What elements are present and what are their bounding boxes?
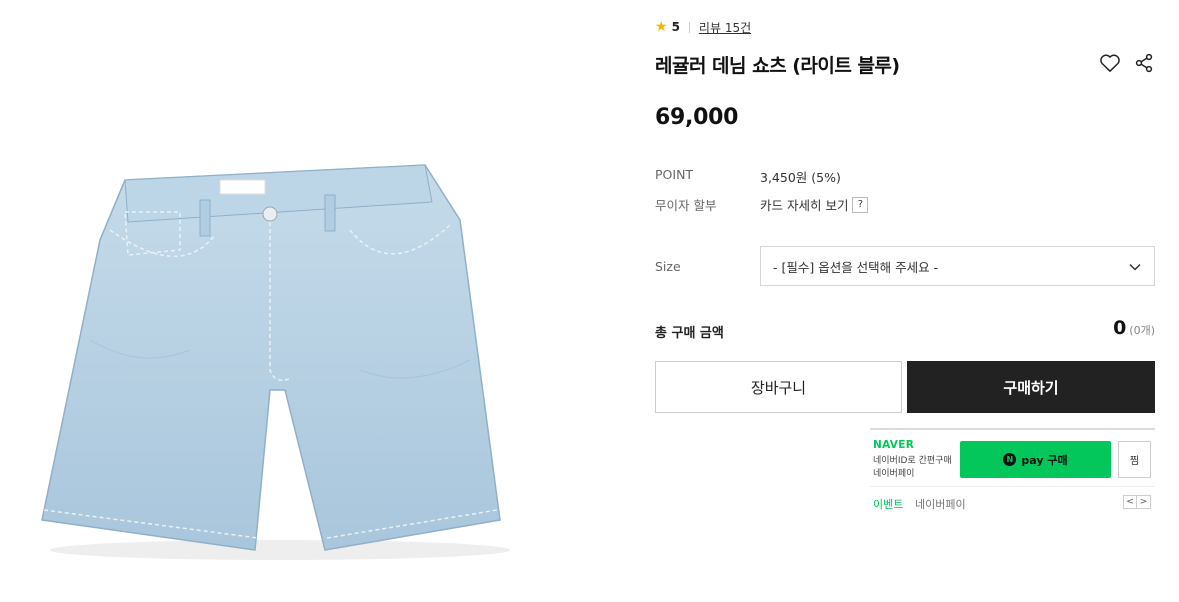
naver-pay-button[interactable]: N pay 구매 xyxy=(960,441,1111,478)
divider xyxy=(870,428,1155,430)
next-arrow-icon[interactable]: > xyxy=(1137,495,1151,509)
naver-pay-label: pay 구매 xyxy=(1021,453,1068,467)
chevron-down-icon xyxy=(1129,263,1141,271)
help-button[interactable]: ? xyxy=(852,196,869,213)
rating-score: 5 xyxy=(671,20,680,34)
share-button[interactable] xyxy=(1133,52,1155,74)
buy-now-button[interactable]: 구매하기 xyxy=(907,361,1155,413)
heart-icon xyxy=(1100,54,1120,72)
prev-arrow-icon[interactable]: < xyxy=(1123,495,1137,509)
product-actions xyxy=(1099,52,1155,74)
size-label: Size xyxy=(655,259,681,274)
total-value: 0 xyxy=(1113,317,1127,339)
event-pager: < > xyxy=(1123,495,1151,509)
divider xyxy=(870,486,1155,487)
point-label: POINT xyxy=(655,167,694,182)
point-row: POINT 3,450원 (5%) xyxy=(655,167,841,186)
add-to-cart-button[interactable]: 장바구니 xyxy=(655,361,902,413)
size-select[interactable]: - [필수] 옵션을 선택해 주세요 - xyxy=(760,246,1155,286)
rating-row: ★ 5 리뷰 15건 xyxy=(655,18,751,36)
product-title: 레귤러 데님 쇼츠 (라이트 블루) xyxy=(655,55,900,77)
installment-row: 무이자 할부 카드 자세히 보기 ? xyxy=(655,195,869,214)
review-link[interactable]: 리뷰 15건 xyxy=(699,19,751,36)
installment-label: 무이자 할부 xyxy=(655,198,717,213)
naver-pay-section: NAVER 네이버ID로 간편구매 네이버페이 N pay 구매 찜 이벤트 네… xyxy=(870,428,1155,518)
point-value: 3,450원 (5%) xyxy=(760,170,841,185)
event-text: 네이버페이 xyxy=(915,498,966,511)
naver-logo: NAVER xyxy=(873,439,915,451)
naver-desc: 네이버ID로 간편구매 xyxy=(873,456,952,466)
product-price: 69,000 xyxy=(655,105,739,130)
naver-n-icon: N xyxy=(1003,453,1017,466)
star-icon: ★ xyxy=(655,19,668,35)
event-label: 이벤트 xyxy=(873,498,904,511)
total-amount: 0 (0개) xyxy=(1113,317,1155,339)
share-icon xyxy=(1135,53,1153,73)
denim-shorts-illustration xyxy=(41,164,510,560)
wishlist-button[interactable] xyxy=(1099,52,1121,74)
total-label: 총 구매 금액 xyxy=(655,326,724,341)
divider xyxy=(688,21,690,33)
installment-value: 카드 자세히 보기 ? xyxy=(760,195,869,214)
size-select-value: - [필수] 옵션을 선택해 주세요 - xyxy=(773,259,939,275)
naver-zzim-button[interactable]: 찜 xyxy=(1118,441,1151,478)
naver-desc-sub: 네이버페이 xyxy=(873,469,915,479)
card-details-link[interactable]: 카드 자세히 보기 xyxy=(760,195,848,214)
product-image xyxy=(30,140,530,580)
product-info-panel: ★ 5 리뷰 15건 레귤러 데님 쇼츠 (라이트 블루) 69,000 POI… xyxy=(655,0,1155,602)
total-count: (0개) xyxy=(1129,324,1155,337)
